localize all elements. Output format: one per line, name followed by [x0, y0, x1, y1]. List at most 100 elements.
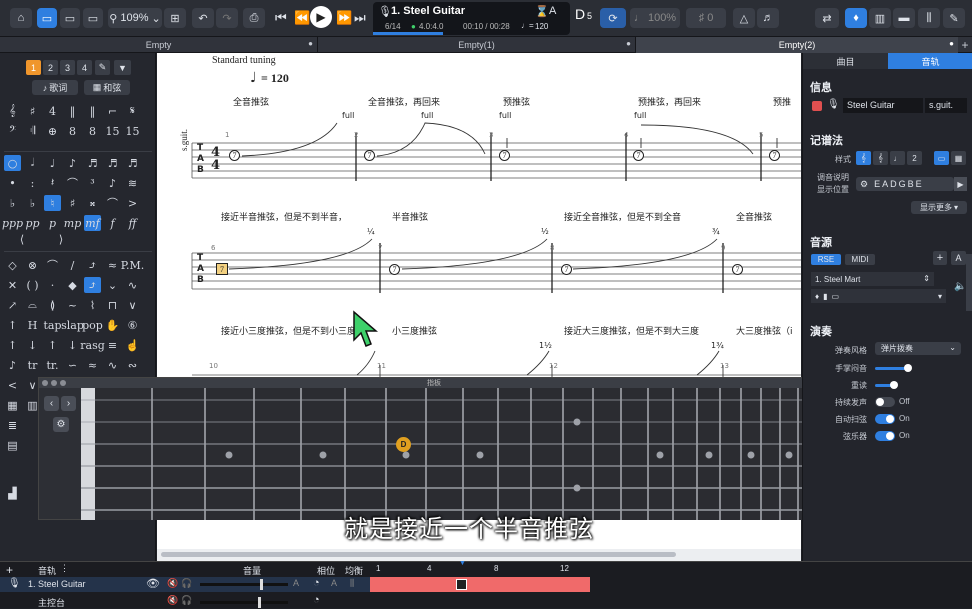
multi-view-button[interactable]: ⊞	[164, 8, 186, 28]
repeat-close-icon[interactable]: ‖	[84, 103, 101, 119]
repeat-open-icon[interactable]: ‖	[64, 103, 81, 119]
double-sharp-icon[interactable]: 𝄪	[84, 195, 101, 211]
fingering-icon[interactable]: ☝	[124, 337, 141, 353]
direction-icon[interactable]: 𝄋	[124, 103, 141, 119]
pp-icon[interactable]: pp	[24, 215, 41, 231]
horizontal-scrollbar[interactable]	[157, 549, 801, 561]
coda-icon[interactable]: ⊕	[44, 123, 61, 139]
pan-knob-icon[interactable]: ◔	[313, 594, 320, 606]
pm-icon[interactable]: ⊗	[24, 257, 41, 273]
current-bar-marker[interactable]	[456, 579, 467, 590]
octave-down-icon[interactable]: 8	[84, 123, 101, 139]
voice-4-button[interactable]: 4	[77, 60, 92, 75]
fretboard-note-marker[interactable]: D	[396, 437, 411, 452]
eye-icon[interactable]: 👁	[146, 577, 160, 590]
sound-effects-row[interactable]: ♦ ▮ ▭ ▾	[811, 289, 946, 303]
slider-knob[interactable]	[904, 364, 912, 372]
more-icon[interactable]: ⋮	[60, 563, 69, 574]
prev-button[interactable]: ‹	[44, 396, 59, 411]
up-arrow-2-icon[interactable]: ↑	[44, 337, 61, 353]
undo-button[interactable]: ↶	[192, 8, 214, 28]
ppp-icon[interactable]: ppp	[2, 215, 23, 231]
whammy-icon[interactable]: ⌄	[104, 277, 121, 293]
master-row[interactable]: 主控台 🔇 🎧 ◔	[0, 593, 370, 608]
close-dot-icon[interactable]	[42, 380, 48, 386]
slide-in-icon[interactable]: ↗	[4, 297, 21, 313]
piano-view-button[interactable]: ▥	[869, 8, 891, 28]
64th-note-icon[interactable]: ♬	[124, 155, 141, 171]
track-row[interactable]: 🎙 1. Steel Guitar 👁 🔇 🎧 A ◔ A ⫼	[0, 577, 370, 592]
track-volume-slider[interactable]	[200, 579, 288, 590]
pick-up-icon[interactable]: ∨	[124, 297, 141, 313]
count-in-button[interactable]: ♬	[757, 8, 779, 28]
tab-empty-2[interactable]: Empty(2) ●	[636, 37, 958, 53]
track-name-input[interactable]: Steel Guitar	[843, 98, 923, 113]
track-short-name-input[interactable]: s.guit.	[925, 98, 967, 113]
rasg-icon[interactable]: ⌇	[84, 297, 101, 313]
tab-track[interactable]: 音轨	[888, 53, 972, 69]
treble-clef-icon[interactable]: 𝄞	[4, 103, 21, 119]
accent-icon[interactable]: >	[124, 195, 141, 211]
metronome-button[interactable]: △	[733, 8, 755, 28]
collapse-palette-button[interactable]: ▼	[114, 60, 131, 75]
pencil-button[interactable]: ✎	[95, 60, 110, 75]
timeline-ruler[interactable]: 1 4 8 12 ▼	[370, 560, 972, 576]
lt-icon[interactable]: <	[4, 377, 21, 393]
triplet-icon[interactable]: ³	[84, 175, 101, 191]
fifteen-icon[interactable]: 15	[104, 123, 121, 139]
bend-selected-icon[interactable]: ⤴	[84, 277, 101, 293]
layout-horizontal-button[interactable]: ▭	[83, 8, 103, 28]
let-ring-icon[interactable]: ≈	[104, 257, 121, 273]
eighth-note-icon[interactable]: ♪	[64, 155, 81, 171]
last-bar-button[interactable]: ⏭	[354, 10, 366, 26]
tab-note[interactable]: 7	[732, 264, 743, 275]
pm-label-icon[interactable]: P.M.	[121, 257, 144, 273]
repeat-icon[interactable]: 𝄇	[24, 123, 41, 139]
trill-wave-icon[interactable]: ≈	[84, 357, 101, 373]
tap-arrow-icon[interactable]: ↑	[4, 317, 21, 333]
slap-icon[interactable]: slap	[61, 317, 84, 333]
master-volume-slider[interactable]	[200, 597, 288, 608]
note-small-icon[interactable]: ♪	[4, 357, 21, 373]
tab-empty-1[interactable]: Empty(1) ●	[318, 37, 636, 53]
tab-empty[interactable]: Empty ●	[0, 37, 318, 53]
tuning-play-button[interactable]: ▶	[954, 177, 967, 191]
f-icon[interactable]: f	[104, 215, 121, 231]
headphones-icon[interactable]: 🎧	[181, 595, 192, 606]
32nd-note-icon[interactable]: ♬	[104, 155, 121, 171]
rest-icon[interactable]: 𝄽	[44, 175, 61, 191]
flat-icon[interactable]: ♭	[24, 195, 41, 211]
mordent-icon[interactable]: ∿	[104, 357, 121, 373]
grace-icon[interactable]: ♪	[104, 175, 121, 191]
chord-button[interactable]: ▦ 和弦	[84, 80, 130, 95]
mf-icon[interactable]: mf	[84, 215, 101, 231]
tie-icon[interactable]: ⌒	[64, 175, 81, 191]
rewind-button[interactable]: ⏪	[294, 10, 310, 26]
tap-icon[interactable]: tap	[43, 317, 61, 333]
vibrato-icon[interactable]: ∿	[124, 277, 141, 293]
harmonic-icon[interactable]: ◇	[4, 257, 21, 273]
voice-3-button[interactable]: 3	[60, 60, 75, 75]
tuning-dropdown[interactable]: ⚙ EADGBE	[856, 177, 954, 191]
slider-knob[interactable]	[258, 597, 261, 608]
crescendo-icon[interactable]: ⟨	[4, 231, 40, 247]
tab-note[interactable]: 7	[229, 150, 240, 161]
instrument-view-button[interactable]: ♦	[845, 8, 867, 28]
tab-note[interactable]: 7	[364, 150, 375, 161]
show-more-button[interactable]: 显示更多 ▾	[911, 201, 967, 214]
tab-song[interactable]: 曲目	[803, 53, 888, 69]
mixer-button[interactable]: ⫼	[918, 8, 940, 28]
slider-knob[interactable]	[890, 381, 898, 389]
clef-icon[interactable]: 𝄢	[4, 123, 21, 139]
time-sig-icon[interactable]: 4	[44, 103, 61, 119]
quarter-note-icon[interactable]: ♩	[44, 155, 61, 171]
home-button[interactable]: ⌂	[10, 8, 32, 28]
grid-small-icon[interactable]: ▦	[4, 397, 21, 413]
ff-icon[interactable]: ff	[124, 215, 141, 231]
tab-note[interactable]: 7	[499, 150, 510, 161]
tr-dot-icon[interactable]: tr.	[44, 357, 61, 373]
whole-note-icon[interactable]: ○	[4, 155, 21, 171]
p-icon[interactable]: p	[44, 215, 61, 231]
tab-note[interactable]: 7	[561, 264, 572, 275]
play-button[interactable]: ▶	[310, 6, 332, 28]
